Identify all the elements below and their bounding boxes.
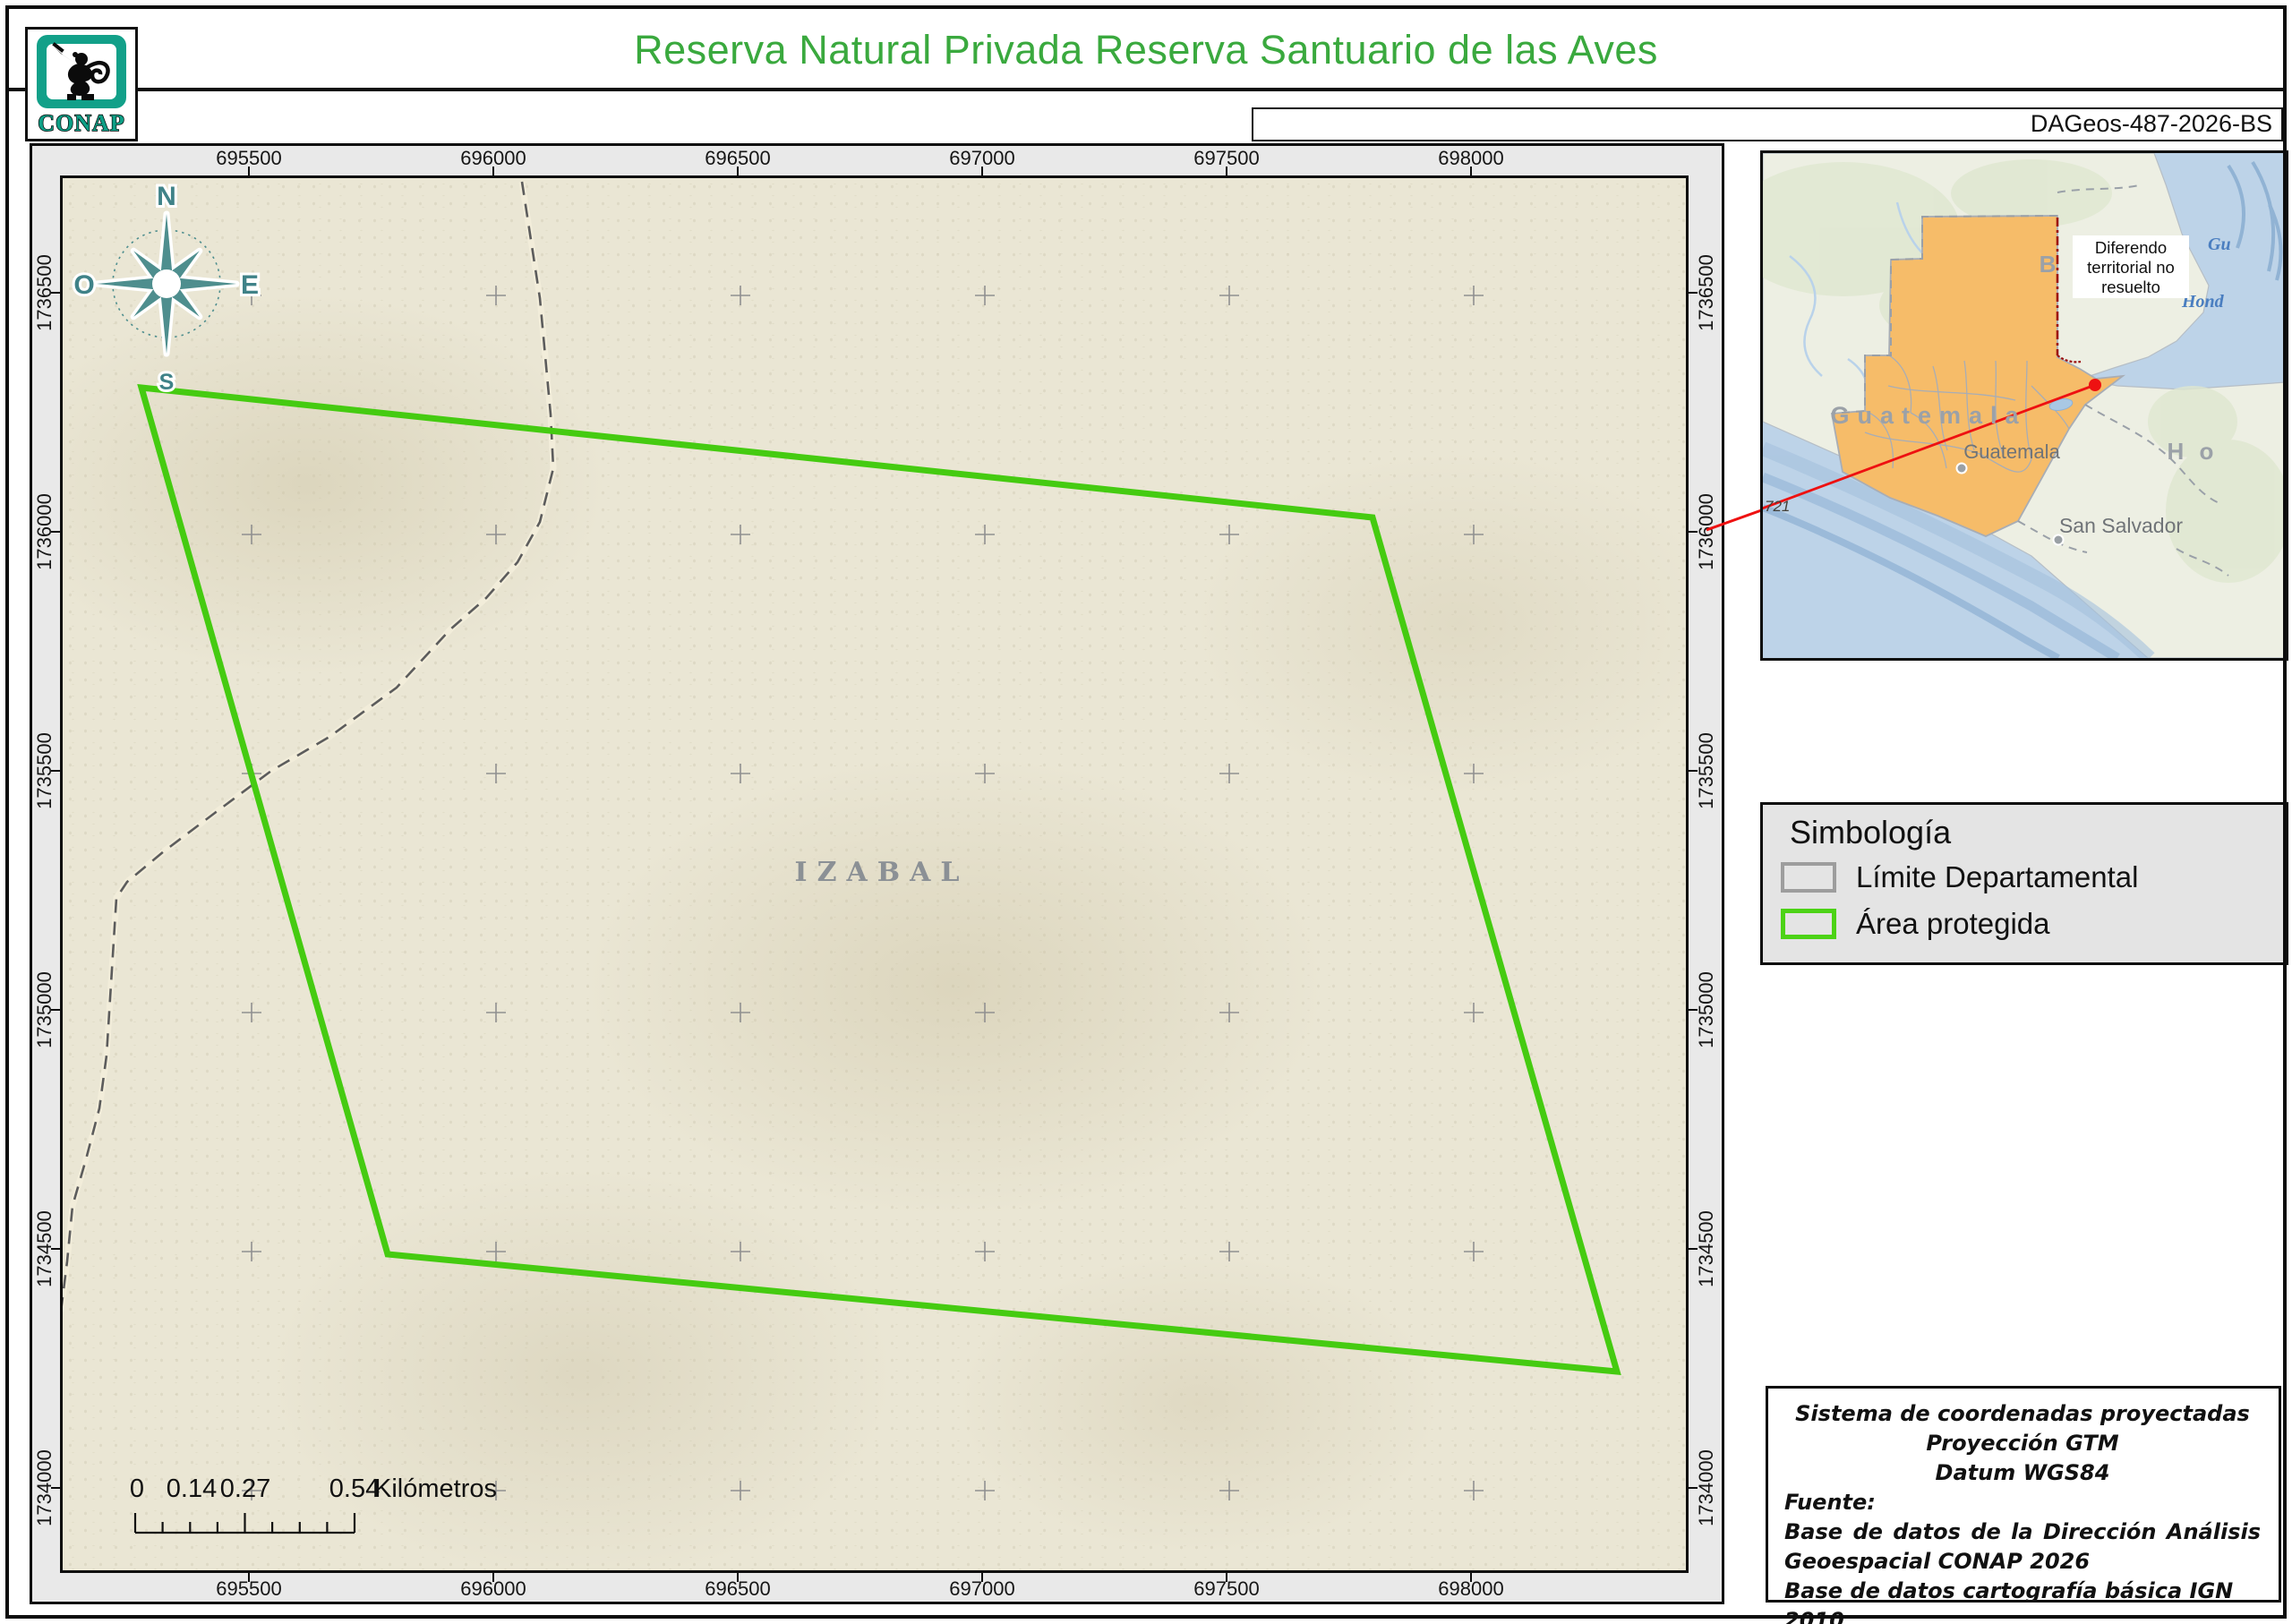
grid-tick-bottom: [1470, 1573, 1472, 1582]
inset-locator-map: Guatemala Guatemala San Salvador H o B G…: [1727, 150, 2291, 663]
map-info-box: Sistema de coordenadas proyectadas Proye…: [1766, 1386, 2281, 1624]
conap-logo: CONAP: [25, 27, 138, 141]
inset-capital-dot: [1955, 462, 1968, 474]
grid-tick-top: [1470, 167, 1472, 175]
projection-line: Datum WGS84: [1935, 1460, 2110, 1485]
conap-logo-text: CONAP: [38, 110, 124, 136]
inset-capital-label: Guatemala: [1963, 440, 2060, 463]
compass-rose-icon: N E S O: [71, 180, 261, 397]
inset-belize-label: B: [2040, 251, 2057, 278]
departmental-boundary-swatch: [1781, 862, 1836, 893]
callout-line: Diferendo: [2095, 238, 2167, 257]
conap-logo-icon: CONAP: [37, 35, 126, 137]
grid-tick-bottom: [737, 1573, 739, 1582]
y-axis-label-right: 1735500: [1695, 732, 1717, 809]
grid-tick-right: [1689, 531, 1698, 533]
scale-tick-label: 0: [130, 1474, 144, 1503]
scale-bar: 0 0.14 0.27 0.54 Kilómetros: [130, 1474, 497, 1534]
document-id: DAGeos-487-2026-BS: [1252, 107, 2283, 141]
legend-item-departmental: Límite Departamental: [1781, 860, 2138, 894]
map-document-page: CONAP Reserva Natural Privada Reserva Sa…: [0, 0, 2292, 1624]
y-axis-label-right: 1736500: [1695, 254, 1717, 331]
inset-country-label: Guatemala: [1830, 402, 2026, 429]
legend-item-label: Área protegida: [1856, 907, 2050, 940]
source-label: Fuente:: [1784, 1490, 1876, 1515]
inset-elevation-label: 721: [1765, 498, 1790, 515]
scale-tick-label: 0.14: [167, 1474, 217, 1503]
main-map: N E S O 0 0.14 0.27 0.54 Kilómetros IZAB…: [60, 175, 1689, 1573]
grid-tick-top: [981, 167, 983, 175]
header-divider: [7, 88, 2285, 91]
compass-east-label: E: [241, 270, 259, 300]
projection-line: Proyección GTM: [1926, 1431, 2119, 1456]
locator-connector-line: [1706, 508, 1764, 532]
projection-line: Sistema de coordenadas proyectadas: [1795, 1401, 2250, 1426]
grid-tick-right: [1689, 1248, 1698, 1250]
grid-cross-marks: [242, 286, 1484, 1500]
protected-area-swatch: [1781, 909, 1836, 939]
grid-tick-top: [737, 167, 739, 175]
grid-tick-right: [1689, 1009, 1698, 1011]
grid-tick-left: [51, 1487, 60, 1489]
grid-tick-top: [248, 167, 250, 175]
grid-tick-right: [1689, 1487, 1698, 1489]
grid-tick-bottom: [248, 1573, 250, 1582]
grid-tick-top: [1226, 167, 1227, 175]
y-axis-label-right: 1734000: [1695, 1449, 1717, 1526]
diferendo-callout: Diferendo territorial no resuelto: [2073, 235, 2189, 298]
inset-sea-label-1: Gu: [2208, 235, 2231, 254]
grid-tick-bottom: [492, 1573, 494, 1582]
y-axis-label-right: 1735000: [1695, 971, 1717, 1048]
region-label-izabal: IZABAL: [794, 857, 970, 888]
callout-line: territorial no: [2087, 258, 2175, 277]
legend-item-protected-area: Área protegida: [1781, 907, 2049, 941]
scale-tick-label: 0.27: [220, 1474, 270, 1503]
page-title: Reserva Natural Privada Reserva Santuari…: [634, 27, 1658, 73]
source-line: Base de datos cartografía básica IGN 201…: [1784, 1578, 2234, 1624]
grid-tick-left: [51, 1009, 60, 1011]
grid-tick-left: [51, 292, 60, 294]
scale-tick-label: 0.54: [329, 1474, 380, 1503]
grid-tick-right: [1689, 770, 1698, 772]
scale-bar-ticks: [133, 1513, 356, 1534]
grid-tick-left: [51, 531, 60, 533]
grid-tick-left: [51, 770, 60, 772]
inset-honduras-label: H o: [2168, 438, 2219, 465]
inset-map-layers: Guatemala Guatemala San Salvador H o B G…: [1727, 152, 2291, 663]
legend: Simbología Límite Departamental Área pro…: [1760, 802, 2288, 965]
legend-title: Simbología: [1790, 814, 1952, 850]
compass-west-label: O: [73, 270, 94, 300]
grid-tick-left: [51, 1248, 60, 1250]
grid-tick-right: [1689, 292, 1698, 294]
inset-san-salvador-label: San Salvador: [2059, 514, 2183, 537]
grid-tick-bottom: [1226, 1573, 1227, 1582]
locator-dot: [2089, 379, 2101, 391]
grid-tick-bottom: [981, 1573, 983, 1582]
compass-south-label: S: [159, 370, 175, 395]
grid-tick-top: [492, 167, 494, 175]
legend-item-label: Límite Departamental: [1856, 860, 2139, 893]
scale-unit-label: Kilómetros: [374, 1474, 497, 1503]
compass-north-label: N: [157, 182, 176, 211]
callout-line: resuelto: [2101, 278, 2160, 296]
source-line: Base de datos de la Dirección Análisis G…: [1784, 1519, 2261, 1574]
y-axis-label-right: 1734500: [1695, 1210, 1717, 1287]
